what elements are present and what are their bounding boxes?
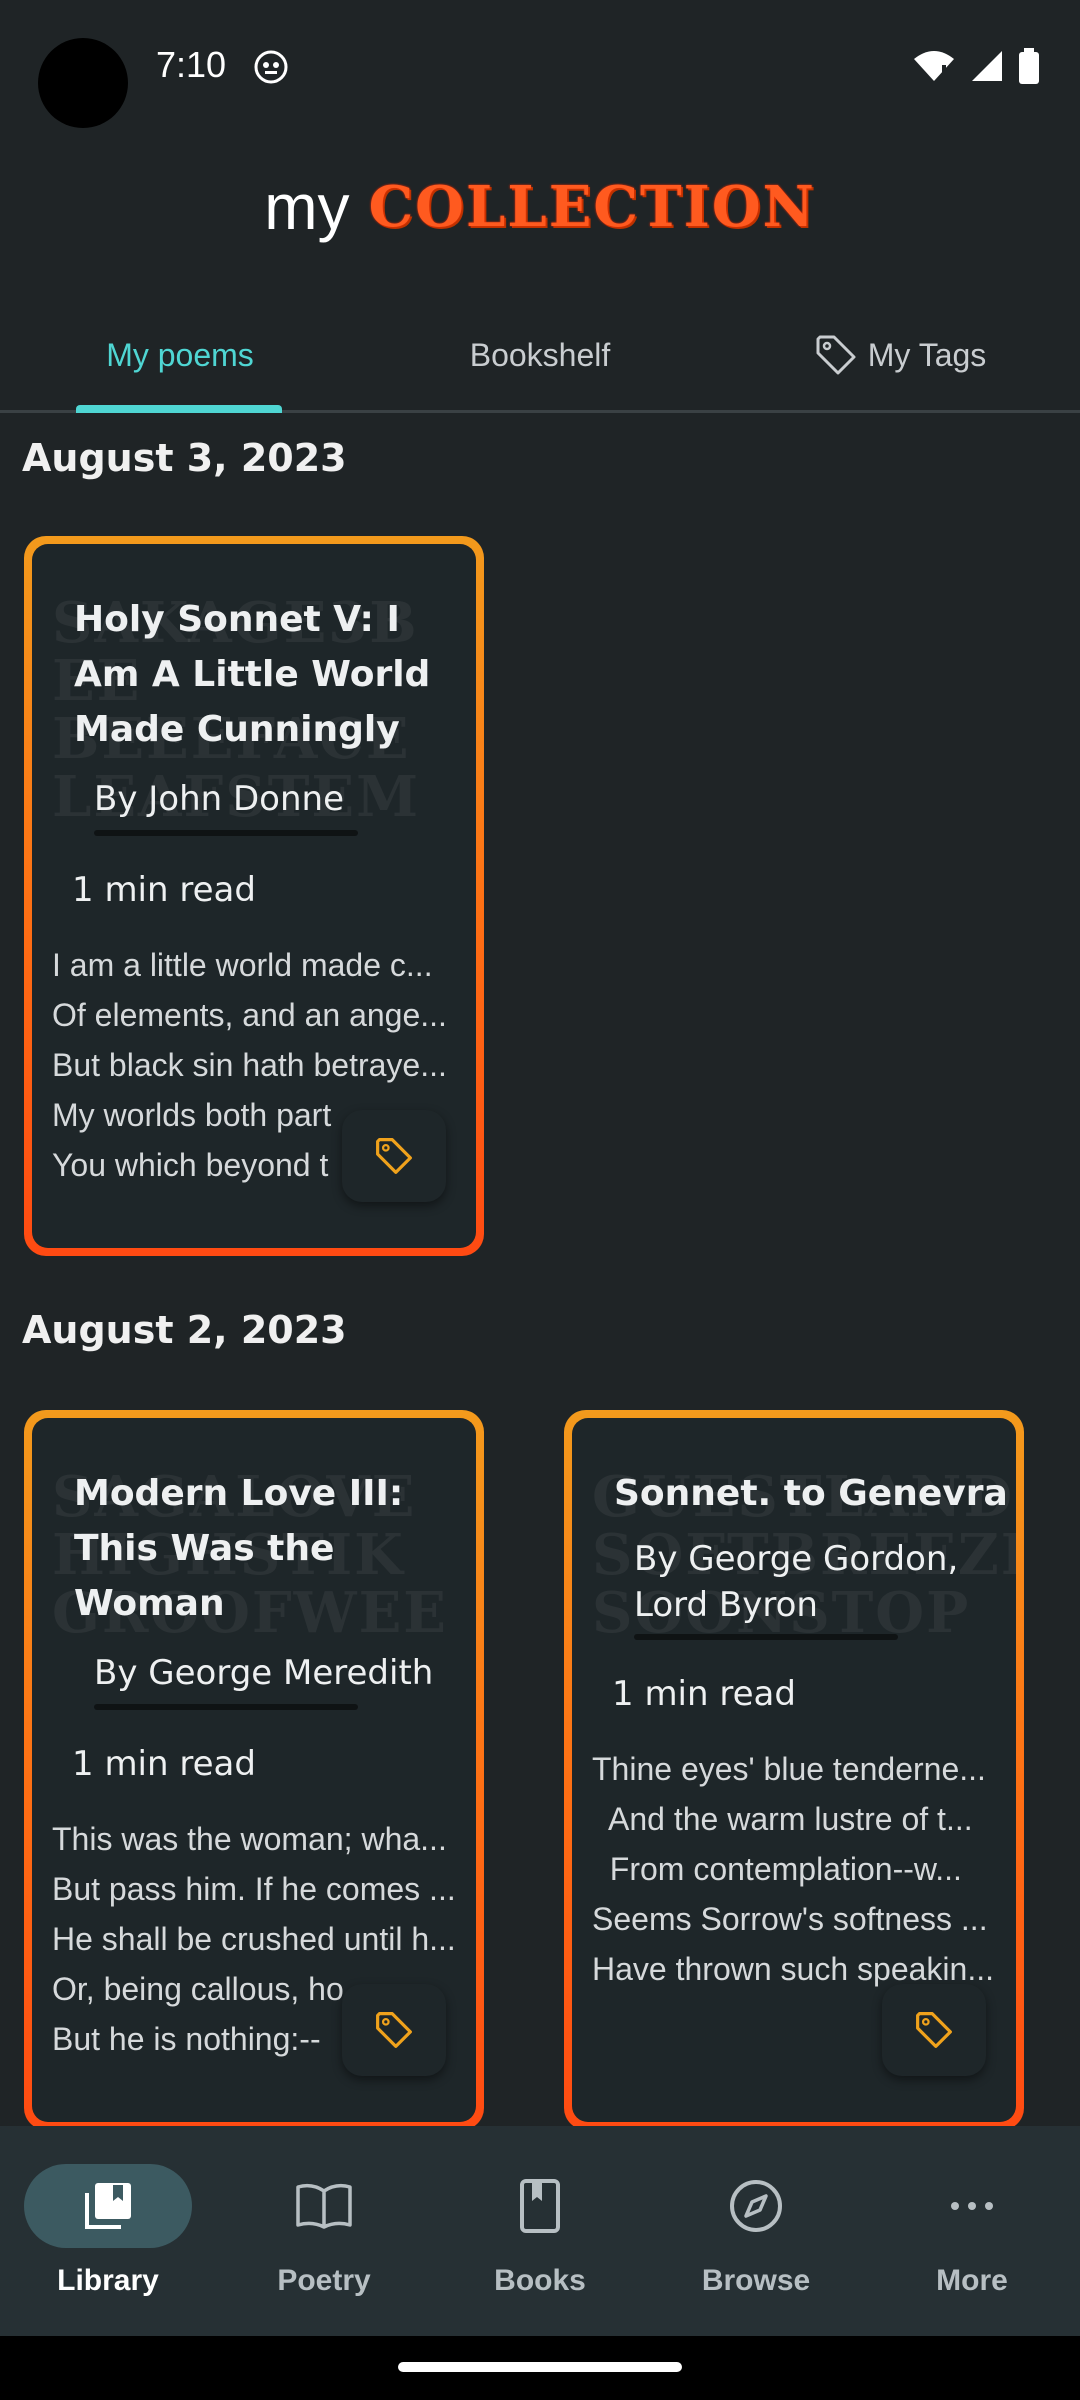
read-time: 1 min read [72,1744,256,1784]
poem-line: But pass him. If he comes ... [52,1871,456,1907]
book-open-icon [296,2183,352,2229]
add-tag-button[interactable] [882,1984,986,2076]
compass-icon [730,2180,782,2232]
poem-title: Holy Sonnet V: I Am A Little World Made … [74,599,431,750]
poem-author: By George Meredith [94,1653,434,1693]
header-title: COLLECTION [368,174,816,240]
section-date: August 2, 2023 [22,1308,347,1352]
nav-more-label: More [936,2264,1008,2297]
library-icon [85,2183,131,2229]
nav-library[interactable]: Library [0,2126,216,2336]
more-horizontal-icon [951,2202,993,2210]
poem-title: Modern Love III: This Was the Woman [74,1473,404,1624]
poem-line: This was the woman; wha... [52,1821,447,1857]
nav-more-indicator [888,2164,1056,2248]
home-indicator[interactable] [398,2362,682,2372]
author-underline [634,1634,898,1640]
poem-line: Thine eyes' blue tenderne... [592,1751,986,1787]
read-time: 1 min read [612,1674,796,1714]
poem-line: He shall be crushed until h... [52,1921,456,1957]
poem-line: And the warm lustre of t... [592,1801,973,1837]
tab-my-tags[interactable]: My Tags [720,300,1080,410]
nav-poetry[interactable]: Poetry [216,2126,432,2336]
poem-line: I am a little world made c... [52,947,433,983]
status-time: 7:10 [156,44,227,85]
poem-author: By George Gordon, Lord Byron [634,1539,959,1625]
poem-line: But black sin hath betraye... [52,1047,447,1083]
tag-icon [376,2012,412,2048]
poem-line: Of elements, and an ange... [52,997,447,1033]
wifi-icon [914,51,954,81]
poem-card[interactable]: GUESTLAND SOFTBREEZE SOONSTOP Sonnet. to G… [564,1410,1024,2130]
bookmark-book-icon [520,2179,560,2233]
app-header: my COLLECTION [0,170,1080,250]
nav-books-label: Books [494,2264,586,2297]
bottom-navigation: Library Poetry Books Browse More [0,2126,1080,2336]
add-tag-button[interactable] [342,1110,446,1202]
tab-my-poems[interactable]: My poems [0,300,360,413]
poem-author: By John Donne [94,779,344,819]
nav-library-indicator [24,2164,192,2248]
poem-line: Seems Sorrow's softness ... [592,1901,988,1937]
author-underline [94,830,358,836]
nav-browse-indicator [672,2164,840,2248]
nav-poetry-indicator [240,2164,408,2248]
tab-bookshelf[interactable]: Bookshelf [360,300,720,410]
tab-bar: My poems Bookshelf My Tags [0,300,1080,413]
tab-my-tags-label: My Tags [867,336,987,373]
poem-card[interactable]: SAKAGE3B EE BEEEFACE LEAFSTEM Holy Sonnet V… [24,536,484,1256]
poem-preview: Thine eyes' blue tenderne... And the war… [592,1744,1012,1994]
tag-icon [376,1138,412,1174]
nav-browse[interactable]: Browse [648,2126,864,2336]
tag-icon [916,2012,952,2048]
section-date: August 3, 2023 [22,436,347,480]
poem-title: Sonnet. to Genevra [614,1473,1008,1514]
nav-books[interactable]: Books [432,2126,648,2336]
nav-poetry-label: Poetry [277,2264,371,2297]
nav-more[interactable]: More [864,2126,1080,2336]
nav-books-indicator [456,2164,624,2248]
poem-line: From contemplation--w... [592,1851,962,1887]
status-bar: 7:10 [0,0,1080,140]
signal-icon [972,51,1002,81]
nav-library-label: Library [57,2264,159,2297]
app-notification-icon [254,50,288,84]
tab-my-poems-label: My poems [106,336,254,373]
header-prefix: my [264,171,350,243]
battery-icon [1019,48,1039,84]
read-time: 1 min read [72,870,256,910]
nav-browse-label: Browse [701,2264,811,2297]
camera-cutout [38,38,128,128]
author-underline [94,1704,358,1710]
tab-bookshelf-label: Bookshelf [469,336,611,373]
add-tag-button[interactable] [342,1984,446,2076]
poem-card[interactable]: SAGALOVE HIGHSTIK GROOFWEE Modern Love III… [24,1410,484,2130]
tag-icon [816,335,856,375]
